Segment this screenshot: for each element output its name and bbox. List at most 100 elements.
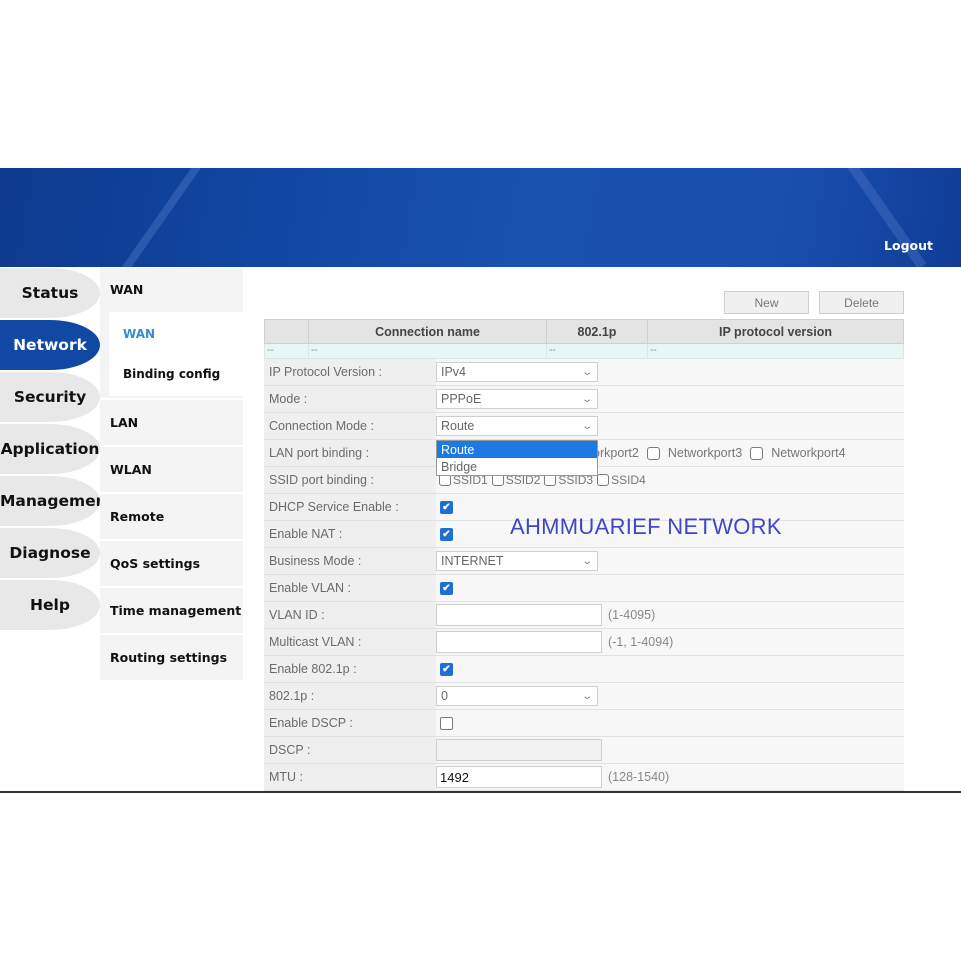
- mtu-input[interactable]: 1492: [436, 766, 602, 788]
- chevron-down-icon: ⌄: [580, 420, 593, 432]
- toolbar: New Delete: [724, 291, 904, 314]
- chevron-down-icon: ⌄: [580, 366, 593, 378]
- column-header-ip-protocol-version: IP protocol version: [647, 319, 904, 344]
- new-button[interactable]: New: [724, 291, 809, 314]
- field-label: Mode :: [264, 386, 436, 412]
- form-row-business-mode: Business Mode : INTERNET ⌄: [264, 548, 904, 575]
- field-label: Enable VLAN :: [264, 575, 436, 601]
- field-label: MTU :: [264, 764, 436, 790]
- field-label: Connection Mode :: [264, 413, 436, 439]
- sub-nav-wan-group[interactable]: WAN: [100, 268, 243, 310]
- table-cell: --: [546, 343, 648, 359]
- column-header-connection-name: Connection name: [308, 319, 547, 344]
- field-label: DHCP Service Enable :: [264, 494, 436, 520]
- lan-port-3-option[interactable]: Networkport3: [646, 446, 743, 460]
- port-label: orkport2: [593, 446, 639, 460]
- connection-mode-option-route[interactable]: Route: [437, 441, 597, 458]
- lan-port-4-checkbox[interactable]: [750, 446, 764, 460]
- field-label: Enable DSCP :: [264, 710, 436, 736]
- column-header-select: [264, 319, 309, 344]
- ssid-4-checkbox[interactable]: [597, 474, 610, 486]
- form-row-vlan-id: VLAN ID : (1-4095): [264, 602, 904, 629]
- field-label: VLAN ID :: [264, 602, 436, 628]
- field-label: DSCP :: [264, 737, 436, 763]
- logout-link[interactable]: Logout: [884, 238, 933, 253]
- column-header-8021p: 802.1p: [546, 319, 648, 344]
- mode-select[interactable]: PPPoE ⌄: [436, 389, 598, 409]
- field-label: Multicast VLAN :: [264, 629, 436, 655]
- form-row-enable-8021p: Enable 802.1p : ✔: [264, 656, 904, 683]
- divider: [0, 791, 961, 793]
- lan-port-4-option[interactable]: Networkport4: [750, 446, 846, 460]
- connection-table: Connection name 802.1p IP protocol versi…: [264, 319, 904, 359]
- table-cell: --: [647, 343, 904, 359]
- 8021p-select[interactable]: 0 ⌄: [436, 686, 598, 706]
- main-nav-status[interactable]: Status: [0, 268, 100, 318]
- wan-form: IP Protocol Version : IPv4 ⌄ Mode : PPPoE…: [264, 359, 904, 791]
- select-value: 0: [441, 689, 448, 703]
- banner-decoration: [93, 168, 215, 267]
- form-row-multicast-vlan: Multicast VLAN : (-1, 1-4094): [264, 629, 904, 656]
- form-row-8021p: 802.1p : 0 ⌄: [264, 683, 904, 710]
- enable-nat-checkbox[interactable]: ✔: [440, 527, 453, 541]
- enable-vlan-checkbox[interactable]: ✔: [440, 581, 453, 595]
- main-nav-diagnose[interactable]: Diagnose: [0, 528, 100, 578]
- dscp-input[interactable]: [436, 739, 602, 761]
- form-row-connection-mode: Connection Mode : Route ⌄: [264, 413, 904, 440]
- form-row-ip-protocol-version: IP Protocol Version : IPv4 ⌄: [264, 359, 904, 386]
- main-nav-management[interactable]: Managemen: [0, 476, 100, 526]
- select-value: INTERNET: [441, 554, 504, 568]
- field-label: 802.1p :: [264, 683, 436, 709]
- form-row-enable-vlan: Enable VLAN : ✔: [264, 575, 904, 602]
- sub-nav-binding-config[interactable]: Binding config: [109, 354, 243, 394]
- delete-button[interactable]: Delete: [819, 291, 904, 314]
- dhcp-service-enable-checkbox[interactable]: ✔: [440, 500, 453, 514]
- header-banner: Logout: [0, 168, 961, 267]
- main-nav-security[interactable]: Security: [0, 372, 100, 422]
- port-label: Networkport4: [771, 446, 846, 460]
- watermark-text: AHMMUARIEF NETWORK: [510, 514, 782, 539]
- sub-nav-qos-settings[interactable]: QoS settings: [100, 541, 243, 586]
- sub-nav: WAN WAN Binding config LAN WLAN Remote Q…: [100, 268, 243, 682]
- table-cell: --: [308, 343, 547, 359]
- select-value: PPPoE: [441, 392, 482, 406]
- form-row-mtu: MTU : 1492 (128-1540): [264, 764, 904, 791]
- lan-port-2-option[interactable]: orkport2: [593, 446, 639, 460]
- ssid-4-option[interactable]: SSID4: [597, 473, 646, 487]
- lan-port-3-checkbox[interactable]: [646, 446, 660, 460]
- main-nav-help[interactable]: Help: [0, 580, 100, 630]
- sub-nav-routing-settings[interactable]: Routing settings: [100, 635, 243, 680]
- field-label: LAN port binding :: [264, 440, 436, 466]
- port-label: Networkport3: [667, 446, 743, 460]
- select-value: IPv4: [441, 365, 467, 379]
- sub-nav-wan[interactable]: WAN: [109, 314, 243, 354]
- connection-mode-option-bridge[interactable]: Bridge: [437, 458, 597, 475]
- field-label: Business Mode :: [264, 548, 436, 574]
- enable-8021p-checkbox[interactable]: ✔: [440, 662, 453, 676]
- sub-nav-lan[interactable]: LAN: [100, 400, 243, 445]
- connection-mode-select[interactable]: Route ⌄: [436, 416, 598, 436]
- main-nav: Status Network Security Application Mana…: [0, 268, 100, 632]
- enable-dscp-checkbox[interactable]: [440, 716, 453, 730]
- field-label: Enable NAT :: [264, 521, 436, 547]
- vlan-id-input[interactable]: [436, 604, 602, 626]
- mtu-hint: (128-1540): [608, 770, 670, 784]
- sub-nav-wlan[interactable]: WLAN: [100, 447, 243, 492]
- sub-nav-time-management[interactable]: Time management: [100, 588, 243, 633]
- multicast-vlan-hint: (-1, 1-4094): [608, 635, 674, 649]
- form-row-enable-dscp: Enable DSCP :: [264, 710, 904, 737]
- main-nav-application[interactable]: Application: [0, 424, 100, 474]
- chevron-down-icon: ⌄: [580, 393, 593, 405]
- multicast-vlan-input[interactable]: [436, 631, 602, 653]
- connection-mode-dropdown: Route Bridge: [436, 440, 598, 476]
- ip-protocol-version-select[interactable]: IPv4 ⌄: [436, 362, 598, 382]
- field-label: SSID port binding :: [264, 467, 436, 493]
- main-nav-network[interactable]: Network: [0, 320, 100, 370]
- business-mode-select[interactable]: INTERNET ⌄: [436, 551, 598, 571]
- form-row-mode: Mode : PPPoE ⌄: [264, 386, 904, 413]
- table-row[interactable]: -- -- -- --: [264, 343, 904, 359]
- form-row-dscp: DSCP :: [264, 737, 904, 764]
- sub-nav-remote[interactable]: Remote: [100, 494, 243, 539]
- select-value: Route: [441, 419, 475, 433]
- ssid-label: SSID4: [611, 473, 646, 487]
